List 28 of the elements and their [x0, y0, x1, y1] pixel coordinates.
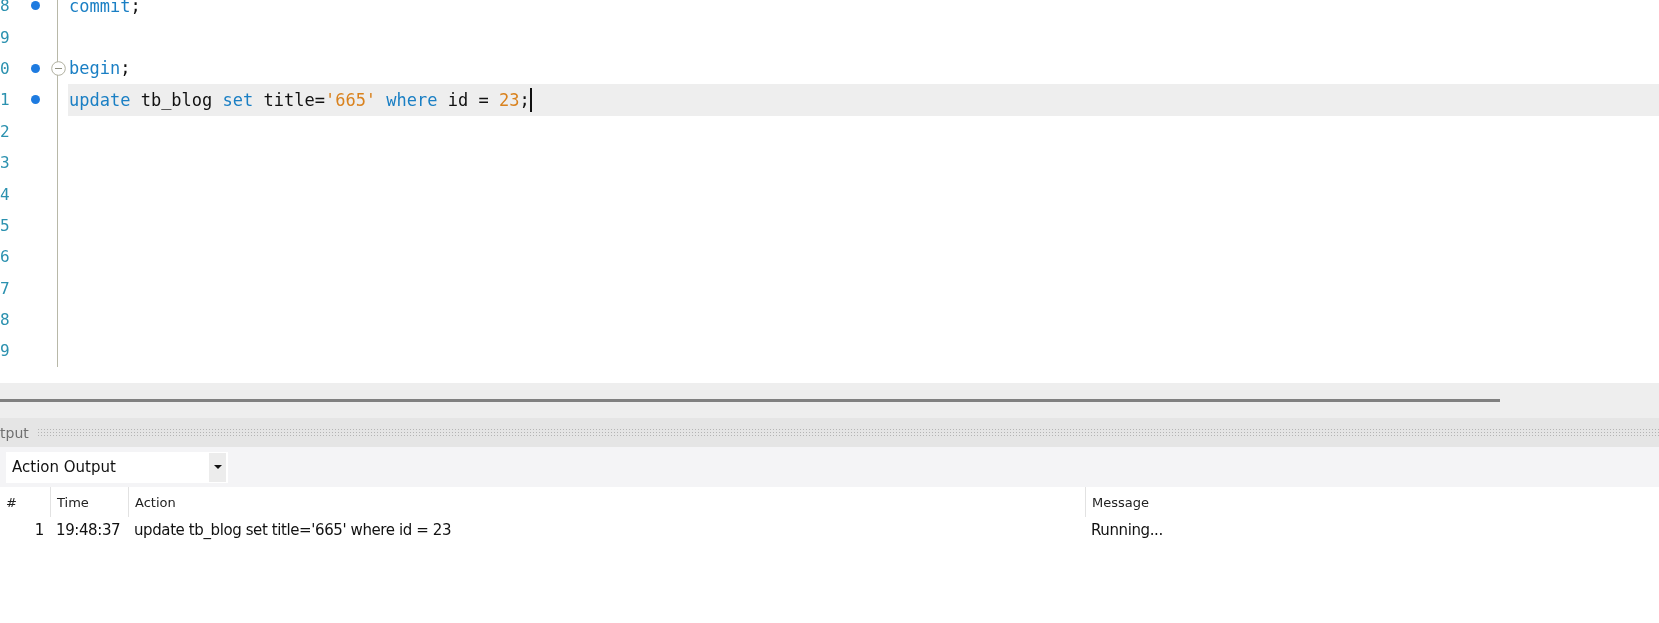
line-number: 8: [0, 0, 11, 16]
line-number: 4: [0, 184, 11, 204]
code-line: update tb_blog set title='665' where id = 23;: [69, 89, 530, 110]
line-number: 8: [0, 310, 11, 330]
table-cell-text: update tb_blog set title='665' where id = 23: [133, 520, 453, 541]
code-line: begin;: [69, 58, 131, 79]
line-number: 7: [0, 278, 11, 298]
line-number: 6: [0, 247, 11, 267]
horizontal-scrollbar[interactable]: [0, 399, 1500, 402]
line-number: 5: [0, 215, 11, 235]
output-type-dropdown[interactable]: Action Output: [6, 451, 228, 483]
line-number: 1: [0, 90, 11, 110]
line-number: 9: [0, 27, 11, 47]
column-header[interactable]: #: [0, 487, 50, 517]
table-cell-text: 19:48:37: [55, 520, 122, 541]
caret-icon: [213, 465, 222, 469]
column-header[interactable]: Time: [50, 487, 128, 517]
panel-title: tput: [0, 424, 29, 441]
text-cursor: [529, 87, 532, 112]
table-cell-text: 1: [33, 520, 45, 541]
collapse-icon[interactable]: [50, 60, 66, 76]
column-header[interactable]: Message: [1085, 487, 1659, 517]
line-number: 2: [0, 121, 11, 141]
column-header[interactable]: Action: [128, 487, 1085, 517]
line-number: 0: [0, 58, 11, 78]
table-cell-text: Running...: [1090, 520, 1164, 541]
line-number: 3: [0, 153, 11, 173]
line-number: 9: [0, 341, 11, 361]
